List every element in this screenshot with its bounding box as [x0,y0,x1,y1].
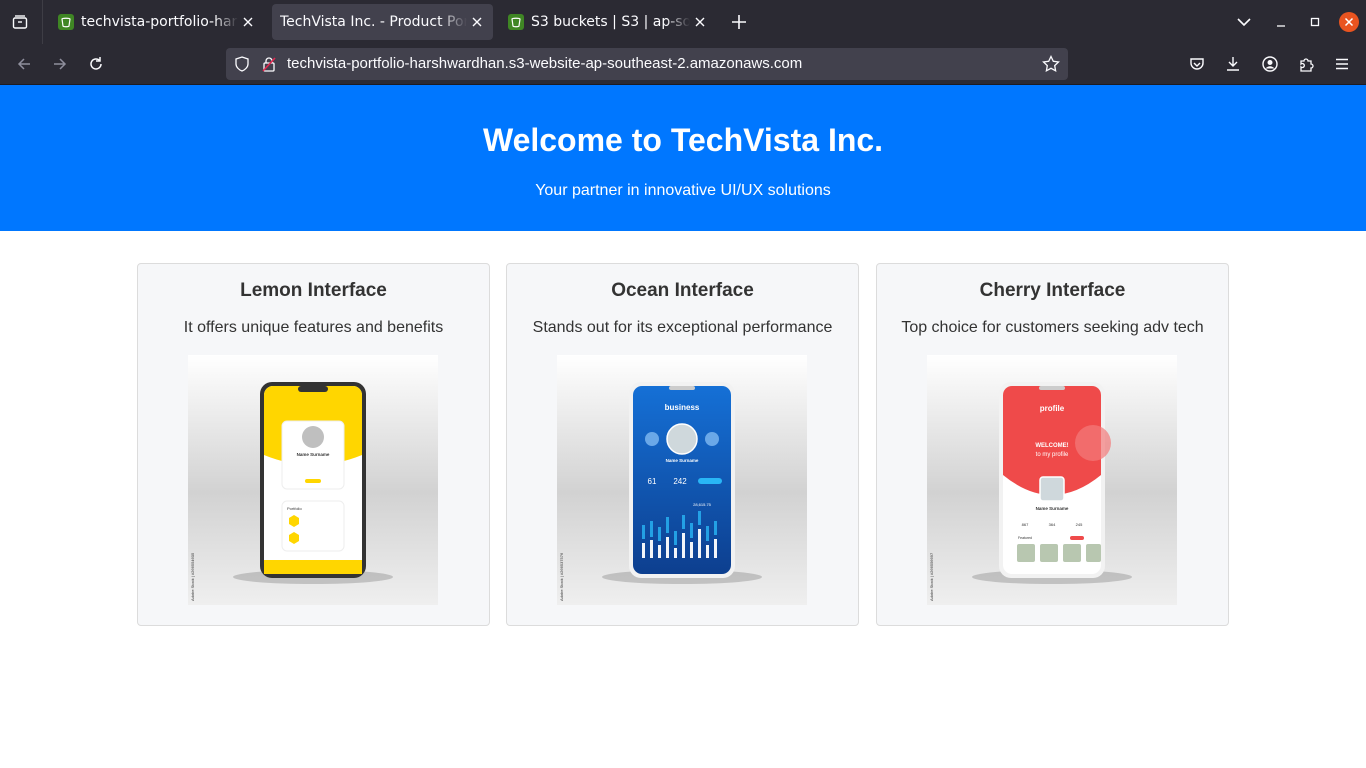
cherry-welcome: WELCOME! [1035,443,1068,449]
tab-bucket-website[interactable]: techvista-portfolio-harshwardhan.s3-webs… [48,4,264,40]
close-tab-icon[interactable] [690,12,710,32]
reload-icon[interactable] [84,52,108,76]
pocket-icon[interactable] [1185,52,1209,76]
lemon-watermark: Adobe Stock | #266554605 [190,552,195,601]
product-cards: Lemon Interface It offers unique feature… [137,263,1229,626]
ocean-watermark: Adobe Stock | #266537576 [559,552,564,601]
browser-tab-bar: techvista-portfolio-harshwardhan.s3-webs… [0,0,1366,44]
card-description: Top choice for customers seeking adv tec… [901,319,1204,336]
tracking-protection-shield-icon[interactable] [234,56,250,72]
ocean-stat-2: 242 [673,477,687,486]
tab-s3-buckets[interactable]: S3 buckets | S3 | ap-southeast-2 [498,4,716,40]
cherry-interface-image: profile WELCOME! to my profile Name Surn… [927,355,1177,605]
cherry-stat-2: 364 [1049,522,1056,527]
card-description: It offers unique features and benefits [183,319,444,336]
tab-overflow-chevron-down-icon[interactable] [1233,11,1255,33]
url-text[interactable]: techvista-portfolio-harshwardhan.s3-webs… [287,55,802,72]
card-title: Ocean Interface [611,280,754,301]
forward-arrow-icon[interactable] [48,52,72,76]
insecure-lock-icon[interactable] [261,56,277,72]
cherry-welcome-sub: to my profile [1036,452,1069,458]
close-tab-icon[interactable] [467,12,487,32]
cherry-screen-header: profile [1040,404,1065,413]
lemon-interface-image: Name Surname Portfolio Adobe Stock | #26… [188,355,438,605]
ocean-amount: 28,615.75 [693,502,712,507]
downloads-icon[interactable] [1221,52,1245,76]
hamburger-menu-icon[interactable] [1330,52,1354,76]
s3-favicon-icon [58,14,74,30]
bookmark-star-icon[interactable] [1042,55,1060,73]
maximize-icon[interactable] [1304,11,1326,33]
card-description: Stands out for its exceptional performan… [532,319,833,336]
close-window-icon[interactable] [1338,11,1360,33]
address-bar[interactable]: techvista-portfolio-harshwardhan.s3-webs… [226,48,1068,80]
ocean-stat-1: 61 [648,477,657,486]
ocean-screen-name: Name Surname [666,458,699,463]
close-tab-icon[interactable] [238,12,258,32]
tab-list-icon[interactable] [8,10,32,34]
lemon-screen-name: Name Surname [297,452,330,457]
cherry-featured: Featured [1018,536,1032,540]
back-arrow-icon[interactable] [12,52,36,76]
tab-title: techvista-portfolio-harshwardhan.s3-webs… [81,14,238,30]
minimize-icon[interactable] [1270,11,1292,33]
cherry-watermark: Adobe Stock | #266556697 [929,552,934,601]
ocean-screen-header: business [665,403,700,412]
cherry-stat-3: 245 [1076,522,1083,527]
hero-banner: Welcome to TechVista Inc. Your partner i… [0,85,1366,231]
card-title: Lemon Interface [240,280,387,301]
product-card-ocean: Ocean Interface Stands out for its excep… [506,263,859,626]
s3-favicon-icon [508,14,524,30]
ocean-interface-image: business Name Surname 61 242 28,615.75 A… [557,355,807,605]
card-title: Cherry Interface [979,280,1126,301]
new-tab-plus-icon[interactable] [728,11,750,33]
tab-title: TechVista Inc. - Product Portfolio [280,14,467,30]
webpage: Welcome to TechVista Inc. Your partner i… [0,85,1366,768]
browser-nav-bar: techvista-portfolio-harshwardhan.s3-webs… [0,44,1366,85]
lemon-screen-section: Portfolio [287,506,302,511]
tab-techvista-portfolio[interactable]: TechVista Inc. - Product Portfolio [272,4,493,40]
account-icon[interactable] [1258,52,1282,76]
cherry-stat-1: 867 [1022,522,1029,527]
cherry-screen-name: Name Surname [1036,506,1069,511]
product-card-cherry: Cherry Interface Top choice for customer… [876,263,1229,626]
product-card-lemon: Lemon Interface It offers unique feature… [137,263,490,626]
page-title: Welcome to TechVista Inc. [482,122,884,158]
tab-title: S3 buckets | S3 | ap-southeast-2 [531,14,690,30]
page-subtitle: Your partner in innovative UI/UX solutio… [535,182,831,199]
tab-separator [42,0,43,44]
extensions-puzzle-icon[interactable] [1294,52,1318,76]
